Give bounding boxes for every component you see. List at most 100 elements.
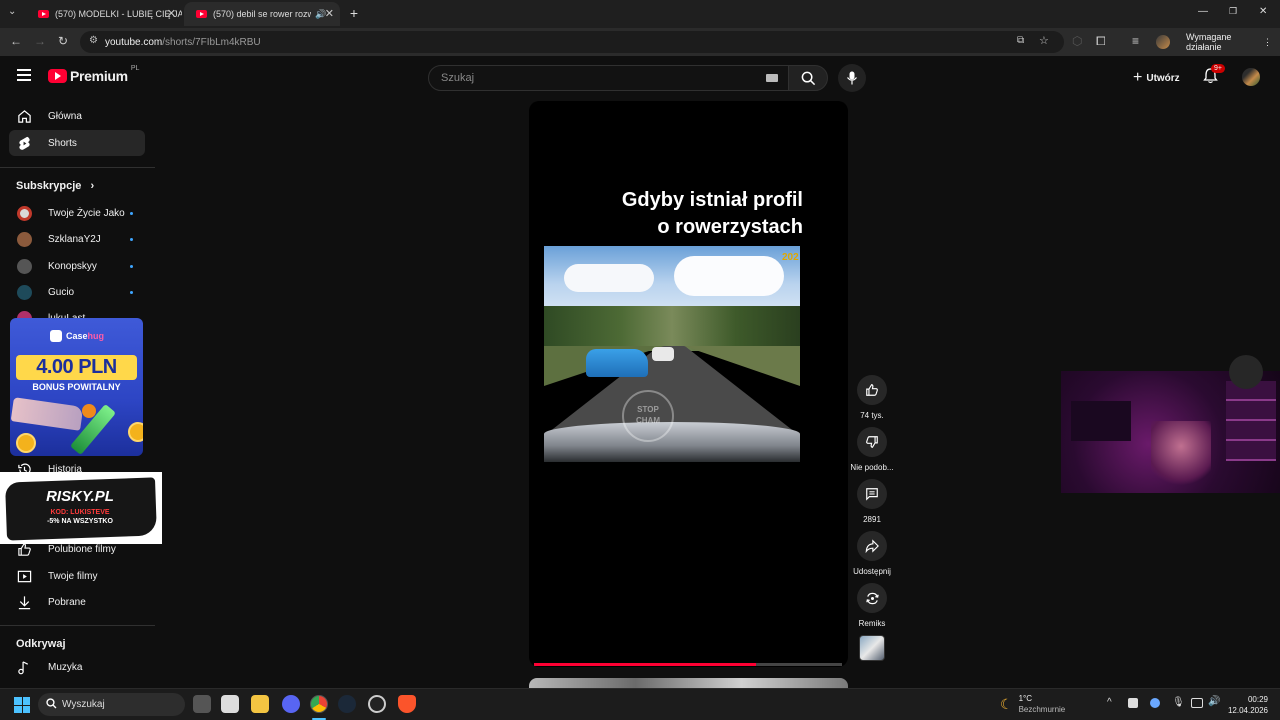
- sidebar-item-your-videos[interactable]: Twoje filmy: [9, 563, 145, 589]
- forward-icon[interactable]: →: [34, 34, 46, 48]
- tab-search-icon[interactable]: ⌄: [8, 6, 16, 17]
- extensions-puzzle-icon[interactable]: ⧠: [1096, 34, 1106, 49]
- sidebar-item-home[interactable]: Główna: [9, 103, 145, 129]
- site-info-icon[interactable]: ⚙: [89, 35, 98, 46]
- youtube-favicon-icon: [196, 10, 207, 18]
- new-tab-button[interactable]: +: [346, 5, 362, 21]
- browser-toolbar: ← → ↻ ⚙ youtube.com/shorts/7FIbLm4kRBU ⧉…: [0, 28, 1280, 56]
- weather-widget[interactable]: ☾ 1°C Bezchmurnie: [1000, 693, 1065, 715]
- channel-avatar: [17, 205, 32, 221]
- subscriptions-heading[interactable]: Subskrypcje ›: [16, 180, 94, 192]
- scroll-up-button[interactable]: [1229, 355, 1263, 389]
- browser-tab-1[interactable]: (570) MODELKI - LUBIĘ CIĘ JAK ✕: [26, 2, 182, 26]
- next-short-preview[interactable]: [529, 678, 848, 688]
- volume-icon[interactable]: 🔊: [1208, 696, 1220, 707]
- close-tab-icon[interactable]: ✕: [325, 7, 334, 20]
- keyboard-icon[interactable]: [766, 74, 778, 82]
- remix-icon[interactable]: [857, 583, 887, 613]
- obs-icon[interactable]: [368, 695, 386, 713]
- steam-icon[interactable]: [338, 695, 356, 713]
- search-icon: [801, 71, 815, 85]
- stop-cham-watermark: STOP CHAM: [622, 390, 674, 442]
- network-icon[interactable]: [1191, 698, 1203, 708]
- sidebar-item-label: Twoje filmy: [48, 570, 98, 582]
- file-explorer-icon[interactable]: [251, 695, 269, 713]
- brave-icon[interactable]: [398, 695, 416, 713]
- account-avatar[interactable]: [1242, 68, 1260, 86]
- sidebar-item-subscription[interactable]: Twoje Życie Jako: [9, 200, 145, 226]
- close-window-icon[interactable]: ✕: [1259, 6, 1267, 17]
- browser-tab-bar: ⌄ (570) MODELKI - LUBIĘ CIĘ JAK ✕ (570) …: [0, 0, 1280, 28]
- create-button[interactable]: + Utwórz: [1133, 69, 1180, 87]
- video-progress-bar[interactable]: [534, 663, 842, 666]
- action-required-button[interactable]: Wymagane działanie ⋮: [1178, 32, 1280, 52]
- comments-action[interactable]: 2891: [856, 479, 888, 524]
- youtube-favicon-icon: [38, 10, 49, 18]
- browser-tab-2[interactable]: (570) debil se rower rozwal 🔊 ✕: [184, 2, 340, 26]
- moon-icon: ☾: [1000, 695, 1013, 712]
- chrome-icon[interactable]: [310, 695, 328, 713]
- ad-bonus-text: BONUS POWITALNY: [32, 382, 121, 392]
- new-content-dot: [130, 212, 133, 215]
- share-icon[interactable]: [857, 531, 887, 561]
- maximize-icon[interactable]: ❐: [1229, 6, 1237, 17]
- minimize-icon[interactable]: —: [1198, 6, 1208, 17]
- casehug-ad-banner[interactable]: Case hug 4.00 PLN BONUS POWITALNY: [10, 318, 143, 456]
- sidebar-item-subscription[interactable]: Gucio: [9, 279, 145, 305]
- comment-icon[interactable]: [857, 479, 887, 509]
- dislike-action[interactable]: Nie podob...: [850, 427, 894, 472]
- voice-search-button[interactable]: [838, 64, 866, 92]
- search-button[interactable]: [788, 65, 828, 91]
- hamburger-menu-icon[interactable]: [17, 69, 31, 81]
- microphone-icon[interactable]: 🎙: [1172, 697, 1185, 708]
- thumbs-up-icon[interactable]: [857, 375, 887, 405]
- sidebar-item-subscription[interactable]: SzklanaY2J: [9, 226, 145, 252]
- create-label: Utwórz: [1146, 72, 1180, 84]
- url-path: /shorts/7FIbLm4kRBU: [162, 36, 261, 48]
- menu-dots-icon[interactable]: ⋮: [1263, 37, 1272, 48]
- sidebar-item-shorts[interactable]: Shorts: [9, 130, 145, 156]
- remix-action[interactable]: Remiks: [856, 583, 888, 628]
- extension-icon[interactable]: ⬡: [1072, 34, 1082, 48]
- task-view-icon[interactable]: [193, 695, 211, 713]
- clock-date: 12.04.2026: [1227, 706, 1268, 715]
- youtube-logo[interactable]: Premium PL: [48, 65, 139, 84]
- audio-source-thumbnail[interactable]: [859, 635, 885, 661]
- blue-car: [586, 349, 648, 377]
- cloud: [564, 264, 654, 292]
- close-tab-icon[interactable]: ✕: [167, 7, 176, 20]
- bookmark-star-icon[interactable]: ☆: [1039, 34, 1049, 47]
- address-bar[interactable]: ⚙ youtube.com/shorts/7FIbLm4kRBU ⧉ ☆: [80, 31, 1064, 53]
- windows-start-icon[interactable]: [14, 697, 30, 713]
- tray-app-icon[interactable]: [1128, 698, 1138, 708]
- share-action[interactable]: Udostępnij: [853, 531, 891, 576]
- tray-app-icon[interactable]: [1150, 698, 1160, 708]
- search-input[interactable]: Szukaj: [428, 65, 789, 91]
- sidebar-item-subscription[interactable]: Konopskyy: [9, 253, 145, 279]
- risky-ad-banner[interactable]: RISKY.PL KOD: LUKISTEVE -5% NA WSZYSTKO: [0, 472, 162, 544]
- notification-badge: 9+: [1211, 64, 1225, 73]
- search-icon: [46, 698, 57, 712]
- install-app-icon[interactable]: ⧉: [1017, 35, 1024, 46]
- thumbs-down-icon[interactable]: [857, 427, 887, 457]
- sidebar-item-label: Twoje Życie Jako: [48, 207, 125, 219]
- clock[interactable]: 00:29 12.04.2026: [1226, 694, 1268, 716]
- profile-avatar[interactable]: [1156, 35, 1170, 49]
- notifications-button[interactable]: 9+: [1203, 64, 1225, 86]
- sidebar-item-label: Muzyka: [48, 661, 83, 673]
- new-content-dot: [130, 291, 133, 294]
- sidebar-item-downloads[interactable]: Pobrane: [9, 589, 145, 615]
- discord-icon[interactable]: [282, 695, 300, 713]
- back-icon[interactable]: ←: [10, 34, 22, 48]
- app-icon[interactable]: [221, 695, 239, 713]
- sidebar-item-label: SzklanaY2J: [48, 233, 101, 245]
- sidebar-item-label: Pobrane: [48, 596, 86, 608]
- tray-chevron-icon[interactable]: ^: [1107, 697, 1112, 708]
- like-action[interactable]: 74 tys.: [856, 375, 888, 420]
- subscriptions-title: Subskrypcje: [16, 180, 82, 192]
- shorts-player[interactable]: Gdyby istniał profil o rowerzystach 202 …: [529, 101, 848, 667]
- sidebar-item-music[interactable]: Muzyka: [9, 654, 145, 680]
- reload-icon[interactable]: ↻: [58, 34, 68, 48]
- media-control-icon[interactable]: ≡: [1132, 34, 1139, 48]
- taskbar-search-input[interactable]: Wyszukaj: [38, 693, 185, 716]
